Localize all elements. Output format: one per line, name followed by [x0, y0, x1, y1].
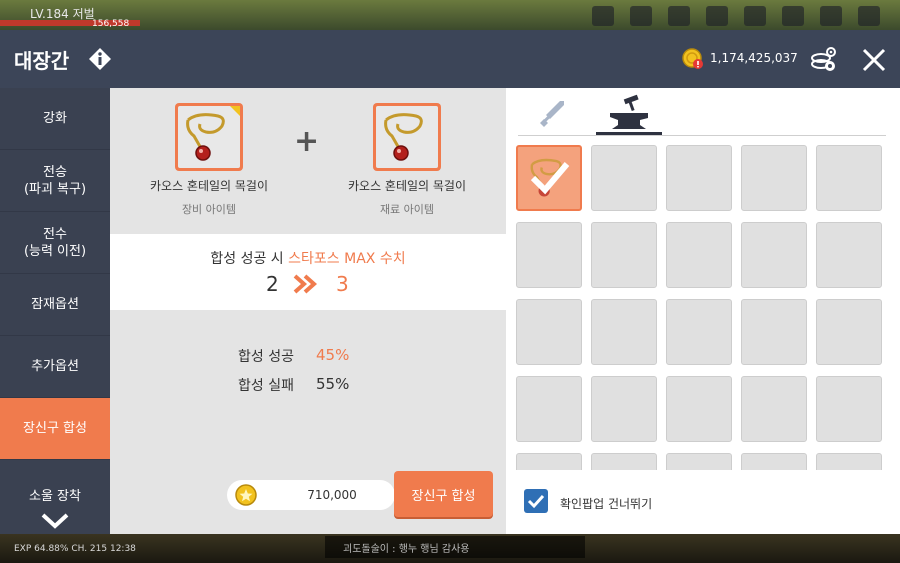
inventory-cell[interactable]	[591, 145, 657, 211]
material-item-name: 카오스 혼테일의 목걸이	[347, 179, 467, 193]
meso-amount: 1,174,425,037	[710, 51, 798, 65]
shop-icon[interactable]	[782, 6, 804, 26]
checkmark-icon	[530, 162, 570, 195]
cost-display: 710,000	[227, 480, 395, 510]
material-item-type: 재료 아이템	[379, 203, 435, 216]
cost-value: 710,000	[307, 488, 357, 502]
window-title: 대장간	[14, 49, 70, 73]
window-header: 대장간 1,174,425,037	[0, 30, 900, 88]
starforce-caption: 합성 성공 시 스타포스 MAX 수치	[110, 248, 506, 268]
fail-rate: 55%	[316, 375, 350, 393]
material-item-slot[interactable]	[373, 103, 441, 171]
starforce-info: 합성 성공 시 스타포스 MAX 수치 2 3	[110, 234, 506, 310]
game-hud-top: LV.184 저벌 156,558	[0, 0, 900, 30]
sidebar: 강화 전승 (파괴 복구) 전수 (능력 이전) 잠재옵션 추가옵션 장신구 합…	[0, 88, 110, 534]
synthesis-panel: + 카오스 혼테일의 목걸이 장비 아이템 카오스 혼테일의 목걸이 재료 아이…	[110, 88, 506, 534]
necklace-icon	[186, 106, 240, 161]
exp-readout: EXP 64.88% CH. 215 12:38	[14, 544, 136, 554]
inventory-cell[interactable]	[741, 453, 807, 470]
inventory-cell[interactable]	[516, 145, 582, 211]
inventory-cell[interactable]	[666, 222, 732, 288]
sidebar-item-accessory-synthesis[interactable]: 장신구 합성	[0, 398, 110, 460]
necklace-icon	[384, 113, 423, 161]
tab-equipment[interactable]	[522, 93, 588, 135]
fail-label: 합성 실패	[238, 378, 294, 394]
sidebar-item-label: 전수 (능력 이전)	[23, 226, 87, 259]
meso-coin-icon	[682, 48, 703, 69]
inventory-cell[interactable]	[516, 299, 582, 365]
inventory-cell[interactable]	[591, 299, 657, 365]
starforce-next: 3	[336, 272, 349, 296]
success-label: 합성 성공	[238, 349, 294, 365]
tab-divider	[518, 135, 886, 136]
starforce-current: 2	[266, 272, 279, 296]
guild-icon[interactable]	[630, 6, 652, 26]
sidebar-item-potential[interactable]: 잠재옵션	[0, 274, 110, 336]
checkmark-icon	[527, 494, 545, 509]
inventory-cell[interactable]	[816, 222, 882, 288]
starforce-caption-highlight: 스타포스 MAX 수치	[288, 251, 406, 267]
inventory-cell[interactable]	[591, 453, 657, 470]
chat-preview[interactable]: 괴도돌술이 : 행누 행님 감사용	[325, 536, 585, 558]
inventory-cell[interactable]	[591, 376, 657, 442]
skip-popup-checkbox[interactable]	[524, 489, 548, 513]
inventory-cell[interactable]	[816, 145, 882, 211]
inventory-cell[interactable]	[741, 222, 807, 288]
inventory-cell[interactable]	[516, 453, 582, 470]
equip-item-type: 장비 아이템	[181, 203, 237, 216]
skip-popup-label: 확인팝업 건너뛰기	[560, 497, 653, 511]
gift-icon[interactable]	[706, 6, 728, 26]
success-rate: 45%	[316, 346, 350, 364]
slot-background	[376, 106, 438, 168]
inventory-cell[interactable]	[666, 376, 732, 442]
sidebar-item-enhance[interactable]: 강화	[0, 88, 110, 150]
starforce-caption-prefix: 합성 성공 시	[210, 251, 289, 267]
inventory-panel: 확인팝업 건너뛰기	[506, 88, 900, 534]
sidebar-item-transfer[interactable]: 전수 (능력 이전)	[0, 212, 110, 274]
inventory-cell[interactable]	[741, 145, 807, 211]
tools-icon[interactable]	[592, 6, 614, 26]
hud-menu-icons	[592, 6, 880, 26]
inventory-cell[interactable]	[816, 299, 882, 365]
inventory-cell[interactable]	[666, 453, 732, 470]
bag-icon[interactable]	[820, 6, 842, 26]
info-icon[interactable]	[88, 47, 112, 71]
sword-icon	[540, 101, 564, 127]
tab-materials[interactable]	[596, 93, 662, 135]
inventory-cell[interactable]	[666, 299, 732, 365]
sidebar-item-bonus-option[interactable]: 추가옵션	[0, 336, 110, 398]
anvil-icon	[610, 94, 648, 129]
inventory-cell[interactable]	[741, 376, 807, 442]
menu-icon[interactable]	[858, 6, 880, 26]
inventory-cell[interactable]	[816, 376, 882, 442]
inventory-cell[interactable]	[591, 222, 657, 288]
synthesize-button[interactable]: 장신구 합성	[394, 471, 493, 517]
plus-icon: +	[294, 124, 320, 159]
sidebar-item-label: 전승 (파괴 복구)	[23, 164, 87, 197]
mail-icon[interactable]	[744, 6, 766, 26]
inventory-grid	[516, 145, 888, 470]
friends-icon[interactable]	[668, 6, 690, 26]
inventory-cell[interactable]	[516, 376, 582, 442]
meso-coin-icon	[235, 484, 257, 506]
chevron-down-icon[interactable]	[40, 512, 70, 530]
sidebar-item-inherit[interactable]: 전승 (파괴 복구)	[0, 150, 110, 212]
game-hud-bottom: EXP 64.88% CH. 215 12:38 괴도돌술이 : 행누 행님 감…	[0, 534, 900, 563]
inventory-cell[interactable]	[666, 145, 732, 211]
inventory-cell[interactable]	[816, 453, 882, 470]
equip-item-slot[interactable]	[175, 103, 243, 171]
inventory-cell[interactable]	[741, 299, 807, 365]
close-icon[interactable]	[860, 46, 888, 74]
equip-item-name: 카오스 혼테일의 목걸이	[149, 179, 269, 193]
hp-value: 156,558	[92, 19, 130, 29]
inventory-cell[interactable]	[516, 222, 582, 288]
coin-settings-icon[interactable]	[808, 44, 838, 74]
star-badge-icon	[230, 106, 240, 116]
double-chevron-right-icon	[293, 274, 318, 294]
slot-background	[178, 106, 240, 168]
